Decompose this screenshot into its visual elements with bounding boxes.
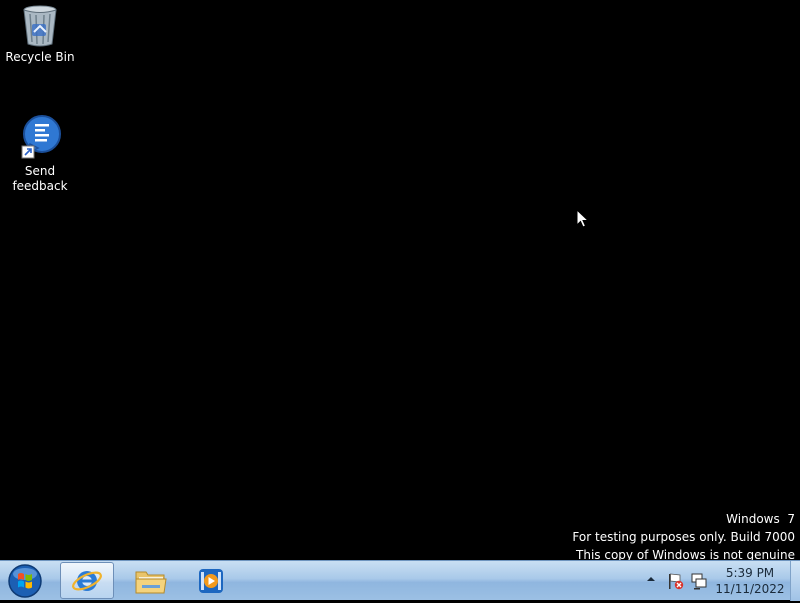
notification-area: 5:39 PM 11/11/2022: [640, 561, 800, 601]
folder-icon: [135, 571, 167, 593]
desktop[interactable]: Recycle Bin Send feedback Windows 7 For …: [0, 0, 800, 562]
internet-explorer-icon: [72, 570, 102, 591]
recycle-bin-label: Recycle Bin: [5, 50, 75, 64]
show-desktop-button[interactable]: [790, 561, 800, 601]
clock-date: 11/11/2022: [715, 582, 785, 596]
taskbar: 5:39 PM 11/11/2022: [0, 560, 800, 601]
watermark-line-2: For testing purposes only. Build 7000: [572, 530, 795, 544]
recycle-bin-icon: [23, 5, 57, 47]
network-icon[interactable]: [690, 572, 708, 590]
taskbar-button-media-player[interactable]: [184, 562, 238, 599]
send-feedback-label: Send feedback: [12, 164, 68, 193]
start-orb-icon: [8, 564, 42, 598]
clock-time: 5:39 PM: [725, 566, 775, 580]
windows-watermark: Windows 7 For testing purposes only. Bui…: [572, 510, 795, 564]
desktop-icon-recycle-bin[interactable]: Recycle Bin: [0, 2, 80, 65]
mouse-pointer-icon: [576, 209, 590, 228]
watermark-line-1: Windows 7: [726, 512, 795, 526]
media-player-icon: [199, 568, 223, 593]
action-center-flag-icon[interactable]: [666, 572, 684, 590]
send-feedback-icon: [21, 115, 61, 159]
taskbar-clock[interactable]: 5:39 PM 11/11/2022: [714, 565, 786, 597]
start-button[interactable]: [6, 563, 44, 599]
taskbar-button-windows-explorer[interactable]: [124, 562, 178, 599]
show-hidden-icons-arrow[interactable]: [646, 574, 656, 584]
taskbar-button-internet-explorer[interactable]: [60, 562, 114, 599]
desktop-icon-send-feedback[interactable]: Send feedback: [0, 114, 80, 194]
